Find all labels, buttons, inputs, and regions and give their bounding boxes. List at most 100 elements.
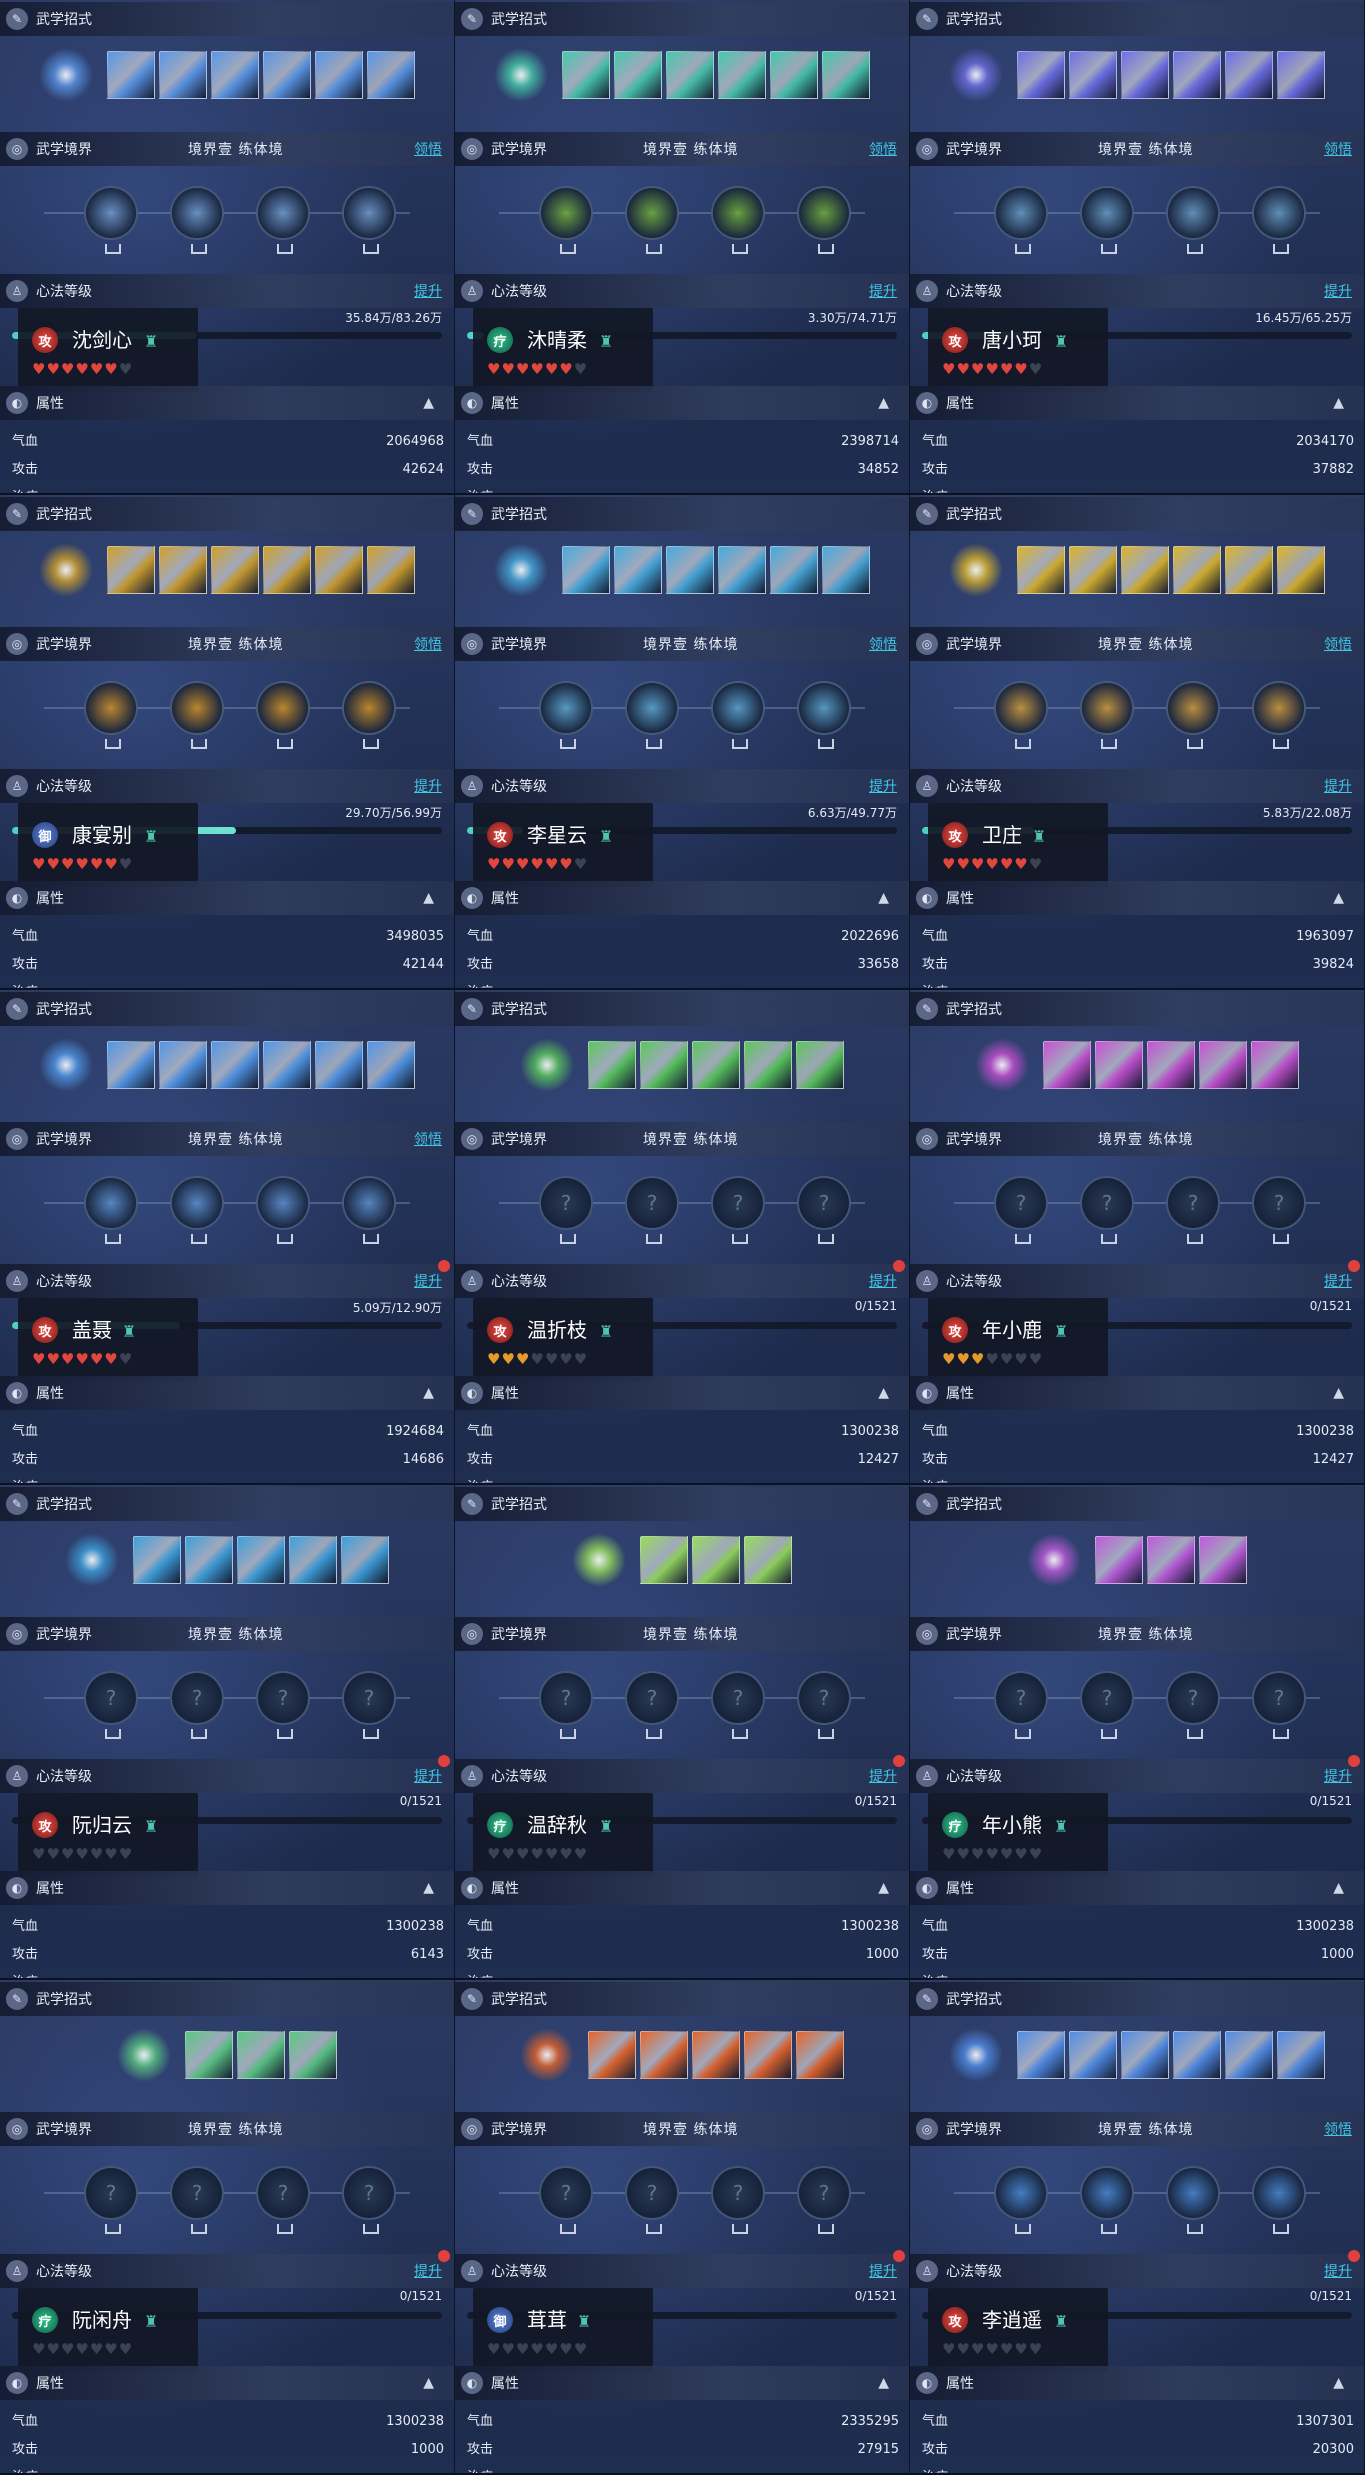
attr-header[interactable]: ◐ 属性 ▲ bbox=[455, 881, 909, 915]
character-panel[interactable]: ✎ 武学招式 ◎ 武学境界 境界壹 练体境 领悟 ♙ 心法等级 提升 5.09万… bbox=[0, 990, 455, 1485]
realm-node-icon[interactable] bbox=[84, 1176, 138, 1244]
attr-header[interactable]: ◐ 属性 ▲ bbox=[455, 386, 909, 420]
realm-node-icon[interactable] bbox=[1252, 186, 1306, 254]
chevron-up-icon[interactable]: ▲ bbox=[423, 890, 434, 906]
character-card[interactable]: 攻 盖聂 ♜ ♥♥♥♥♥♥♥ bbox=[18, 1298, 198, 1382]
skill-icon[interactable] bbox=[822, 546, 870, 594]
skill-icon[interactable] bbox=[1173, 2031, 1221, 2079]
character-card[interactable]: 攻 卫庄 ♜ ♥♥♥♥♥♥♥ bbox=[928, 803, 1108, 887]
skill-icon[interactable] bbox=[185, 1536, 233, 1584]
attr-header[interactable]: ◐ 属性 ▲ bbox=[0, 1376, 454, 1410]
character-panel[interactable]: ✎ 武学招式 ◎ 武学境界 境界壹 练体境 领悟 ♙ 心法等级 提升 16.45… bbox=[910, 0, 1365, 495]
skill-icon[interactable] bbox=[796, 1041, 844, 1089]
realm-node-icon[interactable]: ? bbox=[170, 2166, 224, 2234]
skill-icon[interactable] bbox=[770, 546, 818, 594]
skill-icon[interactable] bbox=[1017, 51, 1065, 99]
skill-icon[interactable] bbox=[289, 2031, 337, 2079]
realm-node-icon[interactable] bbox=[539, 186, 593, 254]
skill-icon[interactable] bbox=[692, 1041, 740, 1089]
character-panel[interactable]: ✎ 武学招式 ◎ 武学境界 境界壹 练体境 ???? ♙ 心法等级 提升 0/1… bbox=[455, 1485, 910, 1980]
upgrade-link[interactable]: 提升 bbox=[414, 1766, 442, 1786]
skill-icon[interactable] bbox=[640, 2031, 688, 2079]
skill-icon[interactable] bbox=[367, 546, 415, 594]
skill-icon[interactable] bbox=[718, 51, 766, 99]
character-panel[interactable]: ✎ 武学招式 ◎ 武学境界 境界壹 练体境 ???? ♙ 心法等级 提升 0/1… bbox=[910, 990, 1365, 1485]
skill-icon[interactable] bbox=[1121, 2031, 1169, 2079]
skill-icon[interactable] bbox=[562, 51, 610, 99]
realm-node-icon[interactable] bbox=[797, 681, 851, 749]
skill-icon[interactable] bbox=[1173, 51, 1221, 99]
skill-icon[interactable] bbox=[1277, 546, 1325, 594]
skill-icon[interactable] bbox=[1017, 546, 1065, 594]
realm-node-icon[interactable]: ? bbox=[1252, 1176, 1306, 1244]
character-card[interactable]: 疗 年小熊 ♜ ♥♥♥♥♥♥♥ bbox=[928, 1793, 1108, 1877]
realm-node-icon[interactable] bbox=[1252, 2166, 1306, 2234]
realm-node-icon[interactable] bbox=[170, 186, 224, 254]
realm-node-icon[interactable]: ? bbox=[1166, 1671, 1220, 1739]
comprehend-link[interactable]: 领悟 bbox=[1324, 2119, 1352, 2139]
skill-icon[interactable] bbox=[1121, 546, 1169, 594]
character-panel[interactable]: ✎ 武学招式 ◎ 武学境界 境界壹 练体境 ???? ♙ 心法等级 提升 0/1… bbox=[455, 990, 910, 1485]
skill-icon[interactable] bbox=[666, 51, 714, 99]
realm-node-icon[interactable] bbox=[1080, 2166, 1134, 2234]
skill-icon[interactable] bbox=[1199, 1041, 1247, 1089]
realm-node-icon[interactable]: ? bbox=[711, 2166, 765, 2234]
realm-node-icon[interactable]: ? bbox=[1080, 1671, 1134, 1739]
character-card[interactable]: 攻 年小鹿 ♜ ♥♥♥♥♥♥♥ bbox=[928, 1298, 1108, 1382]
character-card[interactable]: 攻 沈剑心 ♜ ♥♥♥♥♥♥♥ bbox=[18, 308, 198, 392]
realm-node-icon[interactable] bbox=[994, 681, 1048, 749]
chevron-up-icon[interactable]: ▲ bbox=[1333, 1880, 1344, 1896]
realm-node-icon[interactable]: ? bbox=[256, 1671, 310, 1739]
realm-node-icon[interactable] bbox=[342, 1176, 396, 1244]
chevron-up-icon[interactable]: ▲ bbox=[423, 1880, 434, 1896]
skill-icon[interactable] bbox=[1277, 2031, 1325, 2079]
realm-node-icon[interactable]: ? bbox=[256, 2166, 310, 2234]
skill-icon[interactable] bbox=[666, 546, 714, 594]
realm-node-icon[interactable]: ? bbox=[342, 1671, 396, 1739]
attr-header[interactable]: ◐ 属性 ▲ bbox=[0, 881, 454, 915]
attr-header[interactable]: ◐ 属性 ▲ bbox=[910, 1871, 1364, 1905]
attr-header[interactable]: ◐ 属性 ▲ bbox=[0, 386, 454, 420]
skill-icon[interactable] bbox=[159, 546, 207, 594]
comprehend-link[interactable]: 领悟 bbox=[1324, 634, 1352, 654]
skill-icon[interactable] bbox=[1147, 1041, 1195, 1089]
realm-node-icon[interactable] bbox=[1080, 681, 1134, 749]
comprehend-link[interactable]: 领悟 bbox=[869, 634, 897, 654]
realm-node-icon[interactable] bbox=[256, 681, 310, 749]
realm-node-icon[interactable]: ? bbox=[797, 1176, 851, 1244]
realm-node-icon[interactable] bbox=[1252, 681, 1306, 749]
realm-node-icon[interactable] bbox=[170, 681, 224, 749]
skill-icon[interactable] bbox=[770, 51, 818, 99]
skill-icon[interactable] bbox=[133, 1536, 181, 1584]
realm-node-icon[interactable]: ? bbox=[625, 2166, 679, 2234]
character-card[interactable]: 御 康宴别 ♜ ♥♥♥♥♥♥♥ bbox=[18, 803, 198, 887]
realm-node-icon[interactable]: ? bbox=[625, 1671, 679, 1739]
skill-icon[interactable] bbox=[211, 1041, 259, 1089]
skill-icon[interactable] bbox=[315, 51, 363, 99]
attr-header[interactable]: ◐ 属性 ▲ bbox=[910, 1376, 1364, 1410]
upgrade-link[interactable]: 提升 bbox=[1324, 1766, 1352, 1786]
skill-icon[interactable] bbox=[614, 51, 662, 99]
skill-icon[interactable] bbox=[796, 2031, 844, 2079]
character-card[interactable]: 疗 温辞秋 ♜ ♥♥♥♥♥♥♥ bbox=[473, 1793, 653, 1877]
realm-node-icon[interactable]: ? bbox=[539, 1176, 593, 1244]
character-panel[interactable]: ✎ 武学招式 ◎ 武学境界 境界壹 练体境 ???? ♙ 心法等级 提升 0/1… bbox=[0, 1980, 455, 2475]
attr-header[interactable]: ◐ 属性 ▲ bbox=[910, 386, 1364, 420]
skill-icon[interactable] bbox=[1069, 51, 1117, 99]
upgrade-link[interactable]: 提升 bbox=[869, 1766, 897, 1786]
upgrade-link[interactable]: 提升 bbox=[1324, 281, 1352, 301]
chevron-up-icon[interactable]: ▲ bbox=[878, 2375, 889, 2391]
realm-node-icon[interactable] bbox=[1166, 2166, 1220, 2234]
skill-icon[interactable] bbox=[237, 2031, 285, 2079]
chevron-up-icon[interactable]: ▲ bbox=[878, 1880, 889, 1896]
skill-icon[interactable] bbox=[289, 1536, 337, 1584]
skill-icon[interactable] bbox=[315, 546, 363, 594]
skill-icon[interactable] bbox=[588, 2031, 636, 2079]
skill-icon[interactable] bbox=[1069, 546, 1117, 594]
upgrade-link[interactable]: 提升 bbox=[1324, 776, 1352, 796]
skill-icon[interactable] bbox=[1251, 1041, 1299, 1089]
attr-header[interactable]: ◐ 属性 ▲ bbox=[0, 2366, 454, 2400]
upgrade-link[interactable]: 提升 bbox=[1324, 1271, 1352, 1291]
character-panel[interactable]: ✎ 武学招式 ◎ 武学境界 境界壹 练体境 领悟 ♙ 心法等级 提升 6.63万… bbox=[455, 495, 910, 990]
realm-node-icon[interactable] bbox=[84, 681, 138, 749]
